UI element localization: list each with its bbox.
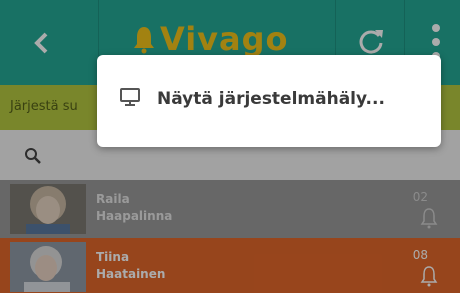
app-root: Vivago Järjestä su Raila Haapalinna 02 T… — [0, 0, 460, 293]
monitor-icon — [120, 88, 140, 106]
menu-item-label: Näytä järjestelmähäly... — [157, 89, 385, 109]
popup-menu: Näytä järjestelmähäly... — [97, 55, 441, 147]
show-system-alarms-menu-item[interactable]: Näytä järjestelmähäly... — [97, 55, 441, 147]
